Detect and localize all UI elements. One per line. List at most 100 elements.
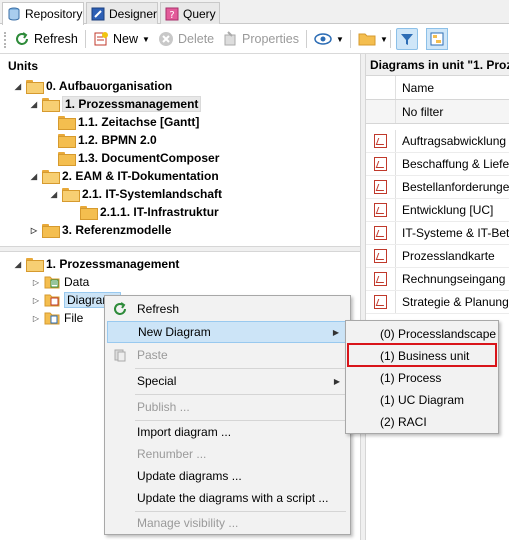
filter-gutter <box>366 100 396 123</box>
tree-view-button[interactable] <box>426 28 448 50</box>
properties-label: Properties <box>242 32 299 46</box>
delete-icon <box>159 32 173 46</box>
column-name-header[interactable]: Name <box>396 81 509 95</box>
tree-item-label: 1.3. DocumentComposer <box>78 151 220 165</box>
diagram-name: Bestellanforderungen <box>402 180 509 194</box>
submenu-item-label: (0) Processlandscape <box>380 327 497 341</box>
table-row[interactable]: Rechnungseingang und -prüfung <box>366 268 509 291</box>
file-folder-icon <box>44 312 60 325</box>
collapse-icon[interactable]: ◢ <box>30 100 38 109</box>
tab-designer[interactable]: Designer <box>86 2 158 24</box>
folder-icon <box>358 33 376 46</box>
refresh-icon <box>16 32 28 45</box>
table-row[interactable]: Beschaffung & Lieferantenmanagement <box>366 153 509 176</box>
refresh-button[interactable]: Refresh <box>14 28 78 50</box>
menu-item-manage-visibility[interactable]: Manage visibility ... <box>107 512 348 534</box>
submenu-item-processlandscape[interactable]: (0) Processlandscape <box>348 323 496 345</box>
folder-icon <box>58 134 76 148</box>
submenu-arrow-icon: ▶ <box>333 376 340 386</box>
table-row[interactable]: IT-Systeme & IT-Betrieb <box>366 222 509 245</box>
tab-bar: Repository Designer ? Query <box>0 0 509 25</box>
menu-item-new-diagram[interactable]: New Diagram ▶ <box>107 321 348 343</box>
folder-menu-button[interactable]: ▼ <box>358 28 388 50</box>
submenu-item-raci[interactable]: (2) RACI <box>348 411 496 433</box>
horizontal-splitter[interactable] <box>0 246 360 252</box>
tree-item[interactable]: ◢ 2. EAM & IT-Dokumentation <box>30 167 219 185</box>
menu-item-renumber[interactable]: Renumber ... <box>107 443 348 465</box>
tree-item[interactable]: ◢ 0. Aufbauorganisation <box>14 77 172 95</box>
diagram-icon <box>374 203 387 217</box>
diagrams-column-header[interactable]: Name <box>366 76 509 100</box>
menu-separator <box>135 394 346 395</box>
filter-button[interactable] <box>396 28 418 50</box>
filter-row[interactable]: No filter <box>366 100 509 124</box>
tree-item[interactable]: ▷ 3. Referenzmodelle <box>30 221 171 239</box>
diagrams-title: Diagrams in unit "1. Prozessmanagement" <box>366 54 509 76</box>
properties-button[interactable]: Properties <box>222 28 299 50</box>
submenu-item-uc-diagram[interactable]: (1) UC Diagram <box>348 389 496 411</box>
tab-repository[interactable]: Repository <box>2 2 84 25</box>
lower-tree-item-file[interactable]: ▷ File <box>32 309 83 327</box>
units-title: Units <box>8 59 38 73</box>
menu-item-refresh[interactable]: Refresh <box>107 298 348 320</box>
menu-item-label: Update the diagrams with a script ... <box>137 491 329 505</box>
toolbar-grip[interactable] <box>4 32 7 48</box>
table-row[interactable]: Strategie & Planung <box>366 291 509 314</box>
tree-item-selected[interactable]: ◢ 1. Prozessmanagement <box>30 95 202 113</box>
menu-separator <box>135 368 346 369</box>
menu-item-import-diagram[interactable]: Import diagram ... <box>107 421 348 443</box>
lower-tree-item-data[interactable]: ▷ Data <box>32 273 89 291</box>
new-button[interactable]: New ▼ <box>93 28 150 50</box>
tree-item[interactable]: 1.2. BPMN 2.0 <box>58 131 157 149</box>
toolbar-separator <box>350 30 351 48</box>
collapse-icon[interactable]: ◢ <box>30 172 38 181</box>
menu-item-label: Renumber ... <box>137 447 207 461</box>
toolbar-separator <box>85 30 86 48</box>
folder-icon <box>58 116 76 130</box>
chevron-down-icon: ▼ <box>142 34 150 44</box>
tree-item-label: 1.2. BPMN 2.0 <box>78 133 157 147</box>
expand-icon[interactable]: ▷ <box>32 278 40 287</box>
menu-item-special[interactable]: Special ▶ <box>107 370 348 392</box>
tree-item-label: 1. Prozessmanagement <box>46 257 180 271</box>
collapse-icon[interactable]: ◢ <box>14 82 22 91</box>
expand-icon[interactable]: ▷ <box>32 296 40 305</box>
collapse-icon[interactable]: ◢ <box>14 260 22 269</box>
lower-tree-root[interactable]: ◢ 1. Prozessmanagement <box>14 255 179 273</box>
eye-icon <box>314 33 332 45</box>
toolbar-separator <box>306 30 307 48</box>
filter-icon <box>401 34 413 45</box>
delete-button[interactable]: Delete <box>158 28 214 50</box>
menu-item-paste[interactable]: Paste <box>107 344 348 366</box>
tree-item-label: 2. EAM & IT-Dokumentation <box>62 169 219 183</box>
menu-item-update-with-script[interactable]: Update the diagrams with a script ... <box>107 487 348 509</box>
folder-icon <box>58 152 76 166</box>
expand-icon[interactable]: ▷ <box>32 314 40 323</box>
table-row[interactable]: Auftragsabwicklung <box>366 130 509 153</box>
folder-open-icon <box>42 170 60 184</box>
menu-item-label: Manage visibility ... <box>137 516 239 530</box>
filter-cell[interactable]: No filter <box>396 105 509 119</box>
tree-item[interactable]: ◢ 2.1. IT-Systemlandschaft <box>50 185 222 203</box>
diagram-icon <box>374 272 387 286</box>
tab-query[interactable]: ? Query <box>160 2 220 24</box>
collapse-icon[interactable]: ◢ <box>50 190 58 199</box>
menu-item-label: Import diagram ... <box>137 425 232 439</box>
menu-item-publish[interactable]: Publish ... <box>107 396 348 418</box>
tree-item[interactable]: 2.1.1. IT-Infrastruktur <box>80 203 219 221</box>
tree-item[interactable]: 1.1. Zeitachse [Gantt] <box>58 113 199 131</box>
submenu-item-process[interactable]: (1) Process <box>348 367 496 389</box>
view-button[interactable]: ▼ <box>314 28 344 50</box>
table-row[interactable]: Entwicklung [UC] <box>366 199 509 222</box>
table-row[interactable]: Prozesslandkarte <box>366 245 509 268</box>
table-row[interactable]: Bestellanforderungen <box>366 176 509 199</box>
diagram-name: Rechnungseingang und -prüfung <box>402 272 509 286</box>
diagram-icon <box>374 226 387 240</box>
tree-item[interactable]: 1.3. DocumentComposer <box>58 149 219 167</box>
svg-text:?: ? <box>169 10 174 21</box>
tree-item-label: 2.1.1. IT-Infrastruktur <box>100 205 219 219</box>
tab-designer-label: Designer <box>109 6 158 21</box>
expand-icon[interactable]: ▷ <box>30 226 38 235</box>
diagram-name: Auftragsabwicklung <box>402 134 507 148</box>
menu-item-update-diagrams[interactable]: Update diagrams ... <box>107 465 348 487</box>
